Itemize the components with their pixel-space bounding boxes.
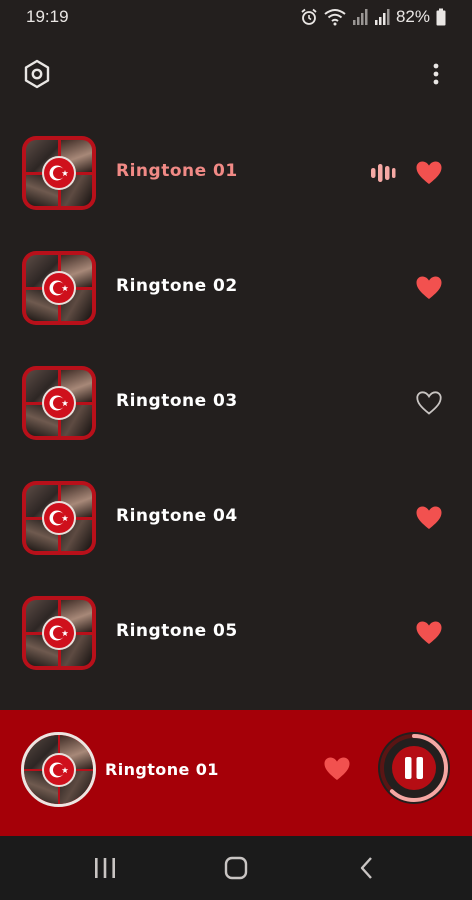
pause-button[interactable]	[376, 730, 452, 806]
more-options-button[interactable]	[424, 58, 448, 90]
signal-icon	[374, 9, 390, 25]
ringtone-thumbnail	[22, 596, 96, 670]
ringtone-thumbnail	[22, 481, 96, 555]
player-artwork	[21, 732, 96, 807]
turkish-flag-icon	[41, 752, 76, 787]
ringtone-thumbnail	[22, 251, 96, 325]
ringtone-list: Ringtone 01 Ringtone 02 Ringtone 03 Ring…	[0, 117, 472, 692]
turkish-flag-icon	[42, 156, 76, 190]
ringtone-thumbnail	[22, 136, 96, 210]
ringtone-thumbnail	[22, 366, 96, 440]
heart-filled-icon	[416, 506, 442, 529]
favorite-button[interactable]	[414, 159, 444, 187]
alarm-icon	[301, 8, 317, 25]
turkish-flag-icon	[42, 501, 76, 535]
heart-outline-icon	[416, 391, 442, 415]
wifi-icon	[324, 9, 346, 26]
back-icon	[360, 857, 372, 879]
heart-filled-icon	[416, 161, 442, 184]
ringtone-title: Ringtone 01	[116, 161, 238, 181]
favorite-button[interactable]	[414, 274, 444, 302]
ringtone-item[interactable]: Ringtone 05	[0, 577, 472, 692]
ringtone-title: Ringtone 04	[116, 506, 238, 526]
turkish-flag-icon	[42, 386, 76, 420]
status-icons: 82%	[300, 7, 446, 27]
ringtone-item[interactable]: Ringtone 03	[0, 347, 472, 462]
favorite-button[interactable]	[414, 504, 444, 532]
ringtone-title: Ringtone 05	[116, 621, 238, 641]
recents-button[interactable]	[75, 848, 135, 888]
system-nav-bar	[0, 836, 472, 900]
more-vertical-icon	[433, 63, 439, 85]
settings-button[interactable]	[22, 58, 52, 90]
settings-hexagon-icon	[24, 59, 50, 89]
favorite-button[interactable]	[414, 389, 444, 417]
player-title: Ringtone 01	[105, 760, 219, 779]
ringtone-title: Ringtone 03	[116, 391, 238, 411]
ringtone-item[interactable]: Ringtone 01	[0, 117, 472, 232]
player-favorite-button[interactable]	[322, 755, 352, 783]
heart-filled-icon	[416, 276, 442, 299]
battery-percent: 82%	[395, 7, 430, 26]
heart-filled-icon	[416, 621, 442, 644]
status-time: 19:19	[26, 7, 69, 26]
heart-filled-icon	[324, 757, 350, 780]
ringtone-item[interactable]: Ringtone 04	[0, 462, 472, 577]
turkish-flag-icon	[42, 271, 76, 305]
recents-icon	[95, 858, 116, 878]
home-button[interactable]	[206, 848, 266, 888]
status-bar: 19:19 82%	[0, 0, 472, 34]
equalizer-playing-icon	[371, 164, 396, 182]
signal-icon	[352, 9, 368, 25]
turkish-flag-icon	[42, 616, 76, 650]
mini-player[interactable]: Ringtone 01	[0, 710, 472, 836]
home-icon	[224, 856, 248, 880]
ringtone-title: Ringtone 02	[116, 276, 238, 296]
favorite-button[interactable]	[414, 619, 444, 647]
app-bar	[0, 56, 472, 94]
ringtone-item[interactable]: Ringtone 02	[0, 232, 472, 347]
battery-icon	[436, 8, 446, 26]
back-button[interactable]	[337, 848, 397, 888]
